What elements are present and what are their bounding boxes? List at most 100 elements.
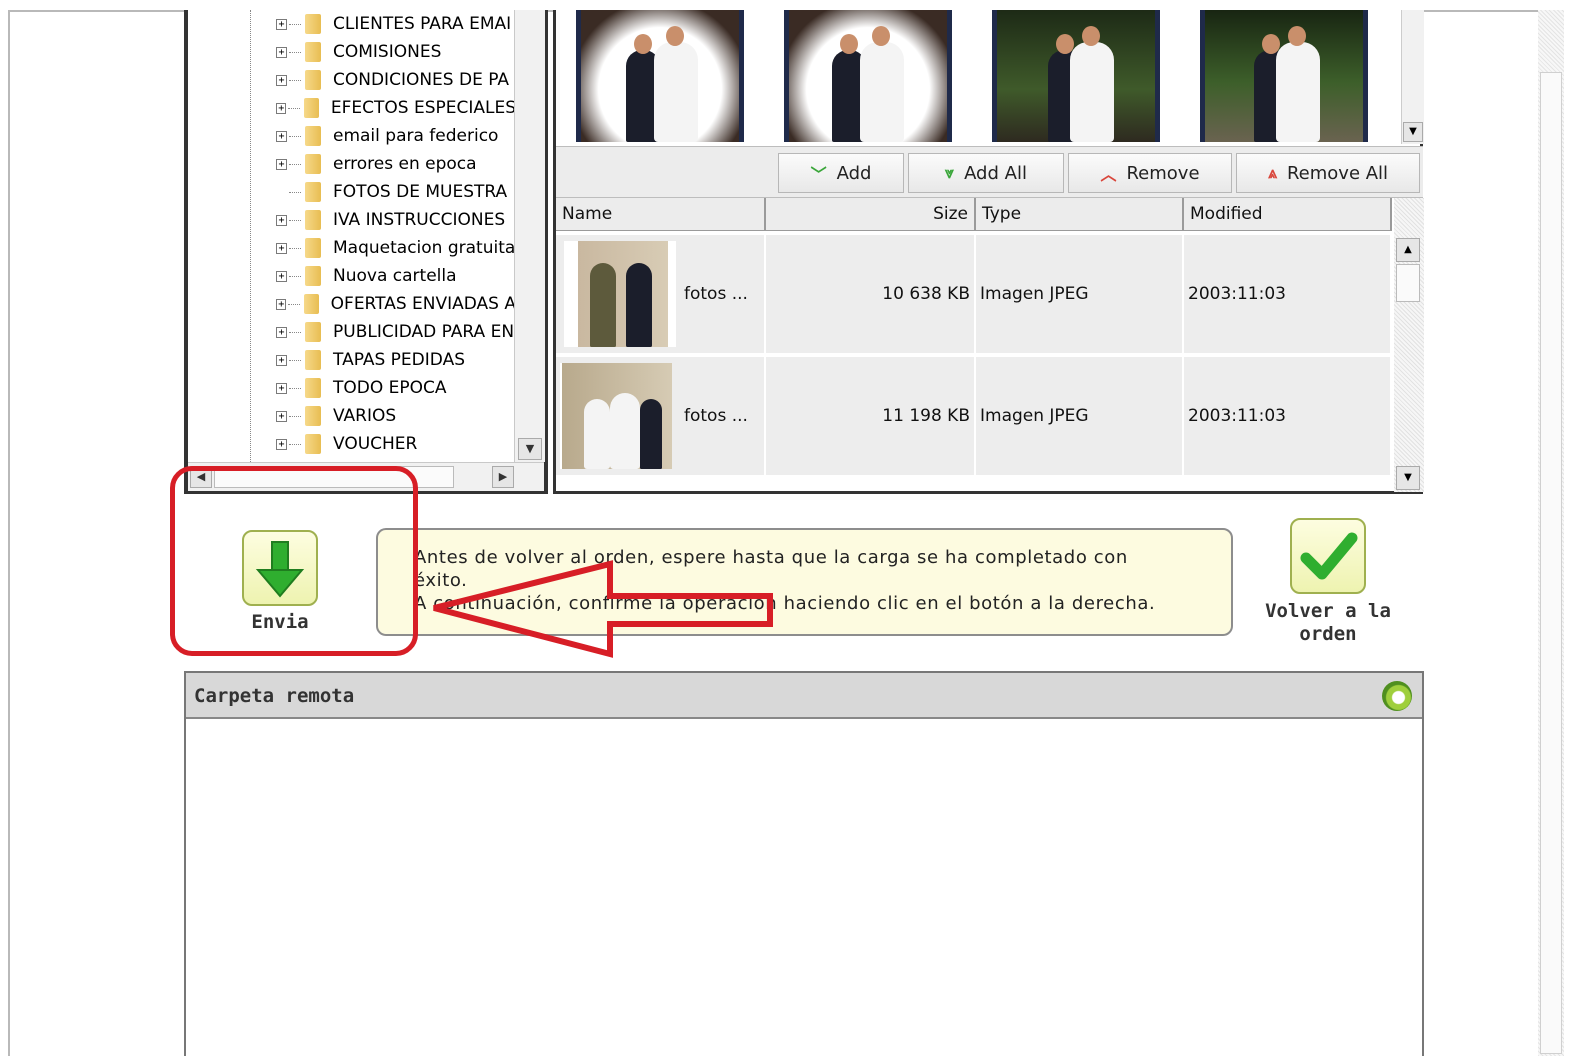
return-to-order-button[interactable] [1290, 518, 1366, 594]
folder-icon [305, 154, 321, 174]
tree-item[interactable]: + CONDICIONES DE PA [276, 66, 514, 94]
tree-item-label: CONDICIONES DE PA [333, 70, 510, 90]
column-header-type[interactable]: Type [976, 198, 1184, 230]
tree-item[interactable]: + TODO EPOCA [276, 374, 514, 402]
expand-icon[interactable]: + [276, 102, 287, 114]
expand-icon[interactable]: + [276, 214, 287, 226]
folder-icon [305, 266, 321, 286]
file-grid-scrollbar[interactable]: ▲ ▼ [1394, 198, 1424, 492]
cell-name: fotos ... [676, 235, 766, 353]
folder-icon [305, 182, 321, 202]
tree-connector [289, 415, 301, 417]
file-panel: ▼ ﹀ Add ⩔ Add All ︿ Remove ⩓ Remove All … [553, 10, 1424, 494]
tree-item[interactable]: + IVA INSTRUCCIONES [276, 206, 514, 234]
thumbnail-image[interactable] [784, 10, 952, 142]
expand-icon[interactable]: + [276, 298, 287, 310]
scroll-thumb[interactable] [1540, 72, 1562, 1054]
cell-modified: 2003:11:03 [1184, 235, 1392, 353]
folder-icon [303, 294, 319, 314]
tree-connector [289, 51, 301, 53]
column-header-modified[interactable]: Modified [1184, 198, 1392, 230]
remove-all-button[interactable]: ⩓ Remove All [1236, 153, 1420, 193]
tree-item[interactable]: + Maquetacion gratuita [276, 234, 514, 262]
tree-item[interactable]: + COMISIONES [276, 38, 514, 66]
tree-connector [288, 303, 300, 305]
scroll-down-arrow-icon[interactable]: ▼ [1396, 466, 1420, 490]
thumbnail-image[interactable] [992, 10, 1160, 142]
column-header-size[interactable]: Size [766, 198, 976, 230]
cell-type: Imagen JPEG [976, 357, 1184, 475]
remove-button-label: Remove [1126, 162, 1200, 184]
cell-size: 11 198 KB [766, 357, 976, 475]
return-to-order-label[interactable]: Volver a la orden [1248, 600, 1408, 646]
thumbnail-image[interactable] [576, 10, 744, 142]
remote-folder-panel: Carpeta remota [184, 671, 1424, 1056]
expand-icon[interactable]: + [276, 410, 287, 422]
expand-icon[interactable]: + [276, 46, 287, 58]
scroll-down-arrow-icon[interactable]: ▼ [518, 438, 542, 460]
tree-item[interactable]: FOTOS DE MUESTRA [276, 178, 514, 206]
chevron-up-icon: ︿ [1100, 165, 1117, 184]
folder-tree-list: + CLIENTES PARA EMAI + COMISIONES + CONDICION… [188, 10, 514, 462]
tree-item[interactable]: + errores en epoca [276, 150, 514, 178]
page-scrollbar[interactable] [1538, 10, 1564, 1056]
remove-button[interactable]: ︿ Remove [1068, 153, 1232, 193]
add-button[interactable]: ﹀ Add [778, 153, 904, 193]
tree-item[interactable]: + email para federico [276, 122, 514, 150]
tree-item[interactable]: + CLIENTES PARA EMAI [276, 10, 514, 38]
expand-icon[interactable]: + [276, 18, 287, 30]
add-all-button[interactable]: ⩔ Add All [908, 153, 1064, 193]
tree-item-label: EFECTOS ESPECIALES [330, 98, 514, 118]
tree-item-label: PUBLICIDAD PARA EN [333, 322, 514, 342]
table-row[interactable]: fotos ... 10 638 KB Imagen JPEG 2003:11:… [556, 235, 1392, 353]
table-row[interactable]: fotos ... 11 198 KB Imagen JPEG 2003:11:… [556, 357, 1392, 475]
expand-icon[interactable]: + [276, 382, 287, 394]
tree-item[interactable]: + PUBLICIDAD PARA EN [276, 318, 514, 346]
remove-all-button-label: Remove All [1286, 162, 1389, 184]
tree-connector [289, 247, 301, 249]
checkmark-icon [1300, 532, 1358, 580]
expand-icon[interactable]: + [276, 438, 287, 450]
expand-icon[interactable]: + [276, 242, 287, 254]
tree-item[interactable]: + TAPAS PEDIDAS [276, 346, 514, 374]
expand-icon[interactable]: + [276, 354, 287, 366]
folder-icon [303, 98, 319, 118]
thumbnail-strip-scrollbar[interactable]: ▼ [1401, 10, 1424, 144]
expand-icon[interactable]: + [276, 158, 287, 170]
expand-icon[interactable]: + [276, 74, 287, 86]
file-thumbnail [564, 241, 676, 347]
scroll-up-arrow-icon[interactable]: ▲ [1396, 238, 1420, 262]
folder-icon [305, 322, 321, 342]
folder-icon [305, 42, 321, 62]
folder-icon [305, 70, 321, 90]
tree-item-label: TODO EPOCA [333, 378, 447, 398]
add-button-label: Add [836, 162, 872, 184]
tree-vertical-scrollbar[interactable]: ▼ [514, 10, 545, 462]
folder-icon [305, 238, 321, 258]
folder-icon [305, 378, 321, 398]
tree-item[interactable]: + EFECTOS ESPECIALES [276, 94, 514, 122]
expand-icon[interactable]: + [276, 326, 287, 338]
refresh-icon[interactable] [1382, 681, 1412, 711]
tree-item-label: Maquetacion gratuita [333, 238, 514, 258]
tree-item[interactable]: + OFERTAS ENVIADAS A [276, 290, 514, 318]
tree-item[interactable]: + VOUCHER [276, 430, 514, 458]
folder-icon [305, 350, 321, 370]
expand-icon[interactable]: + [276, 270, 287, 282]
remote-folder-header: Carpeta remota [186, 673, 1422, 719]
scroll-right-arrow-icon[interactable]: ▶ [492, 466, 514, 488]
highlight-arrow-icon [433, 560, 773, 658]
tree-item[interactable]: + Nuova cartella [276, 262, 514, 290]
cell-size: 10 638 KB [766, 235, 976, 353]
tree-connector [289, 275, 301, 277]
tree-connector [289, 443, 301, 445]
thumbnail-image[interactable] [1200, 10, 1368, 142]
scroll-thumb[interactable] [1396, 264, 1420, 302]
tree-item[interactable]: + VARIOS [276, 402, 514, 430]
cell-modified: 2003:11:03 [1184, 357, 1392, 475]
tree-connector [289, 387, 301, 389]
scroll-down-arrow-icon[interactable]: ▼ [1403, 122, 1423, 142]
return-label-line-1: Volver a la [1265, 600, 1391, 622]
column-header-name[interactable]: Name [556, 198, 766, 230]
expand-icon[interactable]: + [276, 130, 287, 142]
